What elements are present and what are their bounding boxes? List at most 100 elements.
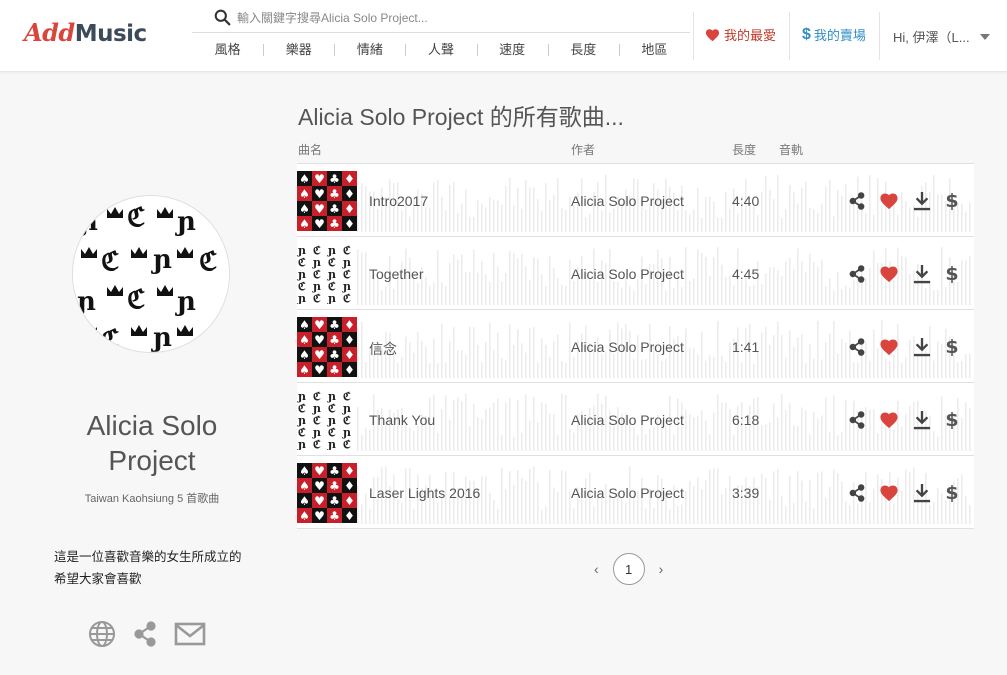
svg-text:♦: ♦ [344,187,355,201]
heart-icon[interactable] [878,190,900,212]
svg-text:ɲ: ɲ [327,438,336,450]
song-row[interactable]: ♠ ♥ ♣ ♦ ♠ ♥ ♣ ♦ ♠ ♥ ♣ ♦ ♠ ♥ ♣ ♦ Intro2017 Alicia Solo P… [297,164,974,237]
heart-icon[interactable] [878,263,900,285]
share-icon[interactable] [846,336,868,358]
svg-text:ℭ: ℭ [127,285,145,315]
svg-text:♦: ♦ [344,333,355,347]
svg-text:ℭ: ℭ [313,292,321,304]
buy-icon[interactable]: $ [941,336,963,358]
user-greeting: Hi, 伊澤（L... [893,30,970,45]
svg-text:ɲ: ɲ [297,438,306,450]
svg-text:ɲ: ɲ [175,287,196,317]
song-row[interactable]: ɲℭɲℭℭɲℭɲɲℭɲℭℭɲℭɲɲℭɲℭ Thank You Alicia So… [297,383,974,456]
album-cover-image: ♠ ♥ ♣ ♦ ♠ ♥ ♣ ♦ ♠ ♥ ♣ ♦ ♠ ♥ ♣ ♦ [297,317,357,377]
search-bar [192,5,690,33]
song-row[interactable]: ♠ ♥ ♣ ♦ ♠ ♥ ♣ ♦ ♠ ♥ ♣ ♦ ♠ ♥ ♣ ♦ 信念 Alicia Solo Project … [297,310,974,383]
category-instrument[interactable]: 樂器 [263,38,334,62]
song-title[interactable]: Laser Lights 2016 [369,485,480,501]
artist-meta: Taiwan Kaohsiung 5 首歌曲 [84,493,220,505]
svg-text:♥: ♥ [314,464,325,478]
song-row[interactable]: ♠ ♥ ♣ ♦ ♠ ♥ ♣ ♦ ♠ ♥ ♣ ♦ ♠ ♥ ♣ ♦ Laser Lights 2016 Alici… [297,456,974,529]
download-icon[interactable] [911,409,933,431]
addmusic-logo[interactable]: AddMusic [24,18,147,47]
share-icon[interactable] [846,482,868,504]
svg-text:♠: ♠ [299,172,310,186]
song-length: 4:40 [732,193,760,209]
buy-icon[interactable]: $ [941,190,963,212]
song-artist[interactable]: Alicia Solo Project [571,485,684,501]
share-icon[interactable] [132,621,158,647]
category-region[interactable]: 地區 [618,38,690,62]
svg-text:♠: ♠ [299,479,310,493]
category-length[interactable]: 長度 [547,38,619,62]
svg-text:♠: ♠ [299,509,310,523]
svg-text:ɲ: ɲ [297,292,306,304]
gothic-pattern-image: ɲℭɲ ℭɲℭ ɲℭɲ ℭɲℭ [73,196,229,353]
logo-add: Add [24,18,75,47]
album-cover-image: ♠ ♥ ♣ ♦ ♠ ♥ ♣ ♦ ♠ ♥ ♣ ♦ ♠ ♥ ♣ ♦ [297,463,357,523]
svg-text:♥: ♥ [314,509,325,523]
song-artist[interactable]: Alicia Solo Project [571,193,684,209]
svg-text:♣: ♣ [329,172,340,186]
svg-text:♠: ♠ [299,202,310,216]
svg-text:ℭ: ℭ [101,325,119,353]
song-title[interactable]: Intro2017 [369,193,428,209]
buy-icon[interactable]: $ [941,482,963,504]
category-style[interactable]: 風格 [192,38,263,62]
svg-text:♣: ♣ [329,363,340,377]
song-title[interactable]: Thank You [369,412,435,428]
svg-text:ɲ: ɲ [151,245,172,275]
page-1-button[interactable]: 1 [612,553,645,585]
search-input[interactable] [237,8,677,28]
category-tempo[interactable]: 速度 [476,38,548,62]
share-icon[interactable] [846,263,868,285]
search-icon[interactable] [214,9,231,26]
heart-icon [705,28,720,41]
heart-icon[interactable] [878,409,900,431]
svg-text:ℭ: ℭ [343,438,351,450]
pagination: ‹ 1 › [594,553,663,585]
svg-text:♦: ♦ [344,172,355,186]
globe-icon[interactable] [88,620,116,648]
svg-text:♣: ♣ [329,318,340,332]
mail-icon[interactable] [174,621,206,647]
share-icon[interactable] [846,409,868,431]
buy-icon[interactable]: $ [941,409,963,431]
download-icon[interactable] [911,482,933,504]
buy-icon[interactable]: $ [941,263,963,285]
header-divider [693,12,694,60]
top-header: AddMusic 風格 樂器 情緒 人聲 速度 長度 地區 我的最愛 $ 我的賣… [0,0,1007,72]
my-store-link[interactable]: $ 我的賣場 [802,25,866,44]
song-length: 6:18 [732,412,760,428]
column-header-artist: 作者 [571,143,596,157]
svg-text:♦: ♦ [344,202,355,216]
category-mood[interactable]: 情緒 [334,38,405,62]
my-store-label: 我的賣場 [813,28,866,43]
user-menu[interactable]: Hi, 伊澤（L... [893,27,990,46]
svg-text:ɲ: ɲ [151,323,172,353]
heart-icon[interactable] [878,482,900,504]
share-icon[interactable] [846,190,868,212]
download-icon[interactable] [911,263,933,285]
song-artist[interactable]: Alicia Solo Project [571,266,684,282]
svg-text:♥: ♥ [314,348,325,362]
svg-text:ɲ: ɲ [75,287,96,317]
download-icon[interactable] [911,336,933,358]
favorites-link[interactable]: 我的最愛 [705,25,776,44]
song-artist[interactable]: Alicia Solo Project [571,412,684,428]
next-page-button[interactable]: › [659,561,664,577]
header-divider [879,12,880,60]
svg-text:♣: ♣ [329,509,340,523]
prev-page-button[interactable]: ‹ [594,561,599,577]
category-vocal[interactable]: 人聲 [405,38,476,62]
song-title[interactable]: Together [369,266,423,282]
svg-text:ℭ: ℭ [127,203,145,233]
download-icon[interactable] [911,190,933,212]
song-title[interactable]: 信念 [369,339,397,359]
heart-icon[interactable] [878,336,900,358]
svg-text:♣: ♣ [329,187,340,201]
logo-music: Music [74,21,147,47]
svg-text:ℭ: ℭ [313,438,321,450]
song-artist[interactable]: Alicia Solo Project [571,339,684,355]
song-row[interactable]: ɲℭɲℭℭɲℭɲɲℭɲℭℭɲℭɲɲℭɲℭ Together Alicia Sol… [297,237,974,310]
